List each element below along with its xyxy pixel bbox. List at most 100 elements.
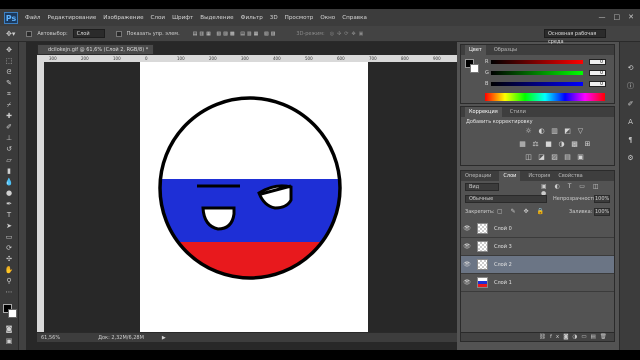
slider-g-value[interactable]: 0 xyxy=(589,70,606,76)
align-icons[interactable]: ▤▥▦ ▧▨▩ ▤▥▦ ▧▨ xyxy=(193,31,278,37)
slider-r-value[interactable]: 0 xyxy=(589,59,606,65)
posterize-icon[interactable]: ◪ xyxy=(536,153,547,162)
slider-r-track[interactable] xyxy=(491,60,583,64)
tab-actions[interactable]: Операции xyxy=(465,173,491,179)
tool-presets-icon[interactable]: ⚙ xyxy=(626,154,635,163)
document-tab[interactable]: dcilokejn.gif @ 61,6% (Слой 2, RGB/8) * … xyxy=(37,44,154,63)
tab-layers[interactable]: Слои xyxy=(499,171,521,181)
eraser-icon[interactable]: ▱ xyxy=(3,156,15,165)
threshold-icon[interactable]: ▨ xyxy=(549,153,560,162)
menu-3d[interactable]: 3D xyxy=(270,15,278,21)
new-group-icon[interactable]: ▭ xyxy=(581,334,590,340)
slider-b-value[interactable]: 0 xyxy=(589,81,606,87)
hue-saturation-icon[interactable]: ▦ xyxy=(517,140,528,149)
blend-mode-dropdown[interactable]: Обычные xyxy=(465,195,547,203)
slider-g[interactable]: G 0 xyxy=(485,70,606,76)
lasso-icon[interactable]: ᘓ xyxy=(3,68,15,77)
layer-name[interactable]: Слой 3 xyxy=(494,244,512,250)
layer-name[interactable]: Слой 1 xyxy=(494,280,512,286)
slider-g-track[interactable] xyxy=(491,71,583,75)
zoom-icon[interactable]: ⚲ xyxy=(3,277,15,286)
menu-edit[interactable]: Редактирование xyxy=(47,15,96,21)
color-spectrum-ramp[interactable] xyxy=(485,93,605,101)
layer-row[interactable]: 👁 Слой 1 xyxy=(461,274,614,292)
bg-color-swatch[interactable] xyxy=(470,64,479,73)
brush-icon[interactable]: ✐ xyxy=(3,123,15,132)
invert-icon[interactable]: ◫ xyxy=(523,153,534,162)
menu-layers[interactable]: Слои xyxy=(151,15,166,21)
gradient-icon[interactable]: ▮ xyxy=(3,167,15,176)
add-mask-icon[interactable]: ◙ xyxy=(563,334,572,340)
background-color-swatch[interactable] xyxy=(8,309,17,318)
shape-icon[interactable]: ▭ xyxy=(3,233,15,242)
eye-icon[interactable]: 👁 xyxy=(461,261,473,268)
lock-icons[interactable]: ▢ ✎ ✥ 🔒 xyxy=(497,208,547,215)
channel-mixer-icon[interactable]: ▩ xyxy=(569,140,580,149)
screen-mode-icon[interactable]: ▣ xyxy=(3,337,15,346)
minimize-button[interactable]: — xyxy=(599,13,606,21)
brightness-icon[interactable]: ☼ xyxy=(523,127,534,136)
close-button[interactable]: ✕ xyxy=(628,13,634,21)
character-panel-icon[interactable]: A xyxy=(626,118,635,127)
tab-styles[interactable]: Стили xyxy=(510,109,526,115)
move-icon[interactable]: ✥ xyxy=(3,46,15,55)
fx-icon[interactable]: fx xyxy=(550,334,563,340)
gradient-map-icon[interactable]: ▤ xyxy=(562,153,573,162)
tab-color[interactable]: Цвет xyxy=(465,45,486,55)
opacity-field[interactable]: 100% xyxy=(594,195,610,203)
selective-color-icon[interactable]: ▣ xyxy=(575,153,586,162)
slider-b-track[interactable] xyxy=(491,82,583,86)
blur-icon[interactable]: 💧 xyxy=(3,178,15,187)
menu-help[interactable]: Справка xyxy=(342,15,367,21)
workspace-dropdown[interactable]: Основная рабочая среда xyxy=(544,29,606,45)
color-lookup-icon[interactable]: ⊞ xyxy=(582,140,593,149)
layer-filter-dropdown[interactable]: Вид xyxy=(465,183,499,191)
3d-pan-icon[interactable]: ✣ xyxy=(3,255,15,264)
stamp-icon[interactable]: ⊥ xyxy=(3,134,15,143)
misc-tool-icon[interactable]: ⋯ xyxy=(3,288,15,297)
layer-row[interactable]: 👁 Слой 3 xyxy=(461,238,614,256)
slider-b[interactable]: B 0 xyxy=(485,81,606,87)
new-layer-icon[interactable]: ▤ xyxy=(591,334,600,340)
status-arrow-icon[interactable]: ▶ xyxy=(162,335,166,341)
dodge-icon[interactable]: ● xyxy=(3,189,15,198)
exposure-icon[interactable]: ◩ xyxy=(562,127,573,136)
layer-row[interactable]: 👁 Слой 0 xyxy=(461,220,614,238)
color-balance-icon[interactable]: ⚖ xyxy=(530,140,541,149)
type-icon[interactable]: T xyxy=(3,211,15,220)
quick-select-icon[interactable]: ✎ xyxy=(3,79,15,88)
zoom-readout[interactable]: 61,56% xyxy=(41,335,60,341)
layer-name[interactable]: Слой 2 xyxy=(494,262,512,268)
layer-row-selected[interactable]: 👁 Слой 2 xyxy=(461,256,614,274)
fill-field[interactable]: 100% xyxy=(594,208,610,216)
pen-icon[interactable]: ✒ xyxy=(3,200,15,209)
vibrance-icon[interactable]: ▽ xyxy=(575,127,586,136)
curves-icon[interactable]: ▥ xyxy=(549,127,560,136)
tab-properties[interactable]: Свойства xyxy=(558,173,582,179)
crop-icon[interactable]: ⌗ xyxy=(3,90,15,99)
3d-rotate-icon[interactable]: ⟳ xyxy=(3,244,15,253)
black-white-icon[interactable]: ■ xyxy=(543,140,554,149)
history-brush-icon[interactable]: ↺ xyxy=(3,145,15,154)
paragraph-panel-icon[interactable]: ¶ xyxy=(626,136,635,145)
hand-icon[interactable]: ✋ xyxy=(3,266,15,275)
path-select-icon[interactable]: ➤ xyxy=(3,222,15,231)
show-controls-checkbox[interactable] xyxy=(115,30,122,37)
eye-icon[interactable]: 👁 xyxy=(461,225,473,232)
photo-filter-icon[interactable]: ◑ xyxy=(556,140,567,149)
history-panel-icon[interactable]: ⟲ xyxy=(626,64,635,73)
menu-file[interactable]: Файл xyxy=(25,15,40,21)
marquee-icon[interactable]: ⬚ xyxy=(3,57,15,66)
menu-image[interactable]: Изображение xyxy=(103,15,143,21)
menu-view[interactable]: Просмотр xyxy=(285,15,314,21)
slider-r[interactable]: R 0 xyxy=(485,59,606,65)
menu-window[interactable]: Окно xyxy=(320,15,335,21)
healing-icon[interactable]: ✚ xyxy=(3,112,15,121)
document-canvas[interactable] xyxy=(140,62,368,332)
tab-swatches[interactable]: Образцы xyxy=(494,47,517,53)
menu-type[interactable]: Шрифт xyxy=(172,15,193,21)
layer-name[interactable]: Слой 0 xyxy=(494,226,512,232)
quick-mask-icon[interactable]: ◙ xyxy=(3,325,15,334)
trash-icon[interactable]: 🗑 xyxy=(600,334,611,340)
info-panel-icon[interactable]: ⓘ xyxy=(626,82,635,91)
